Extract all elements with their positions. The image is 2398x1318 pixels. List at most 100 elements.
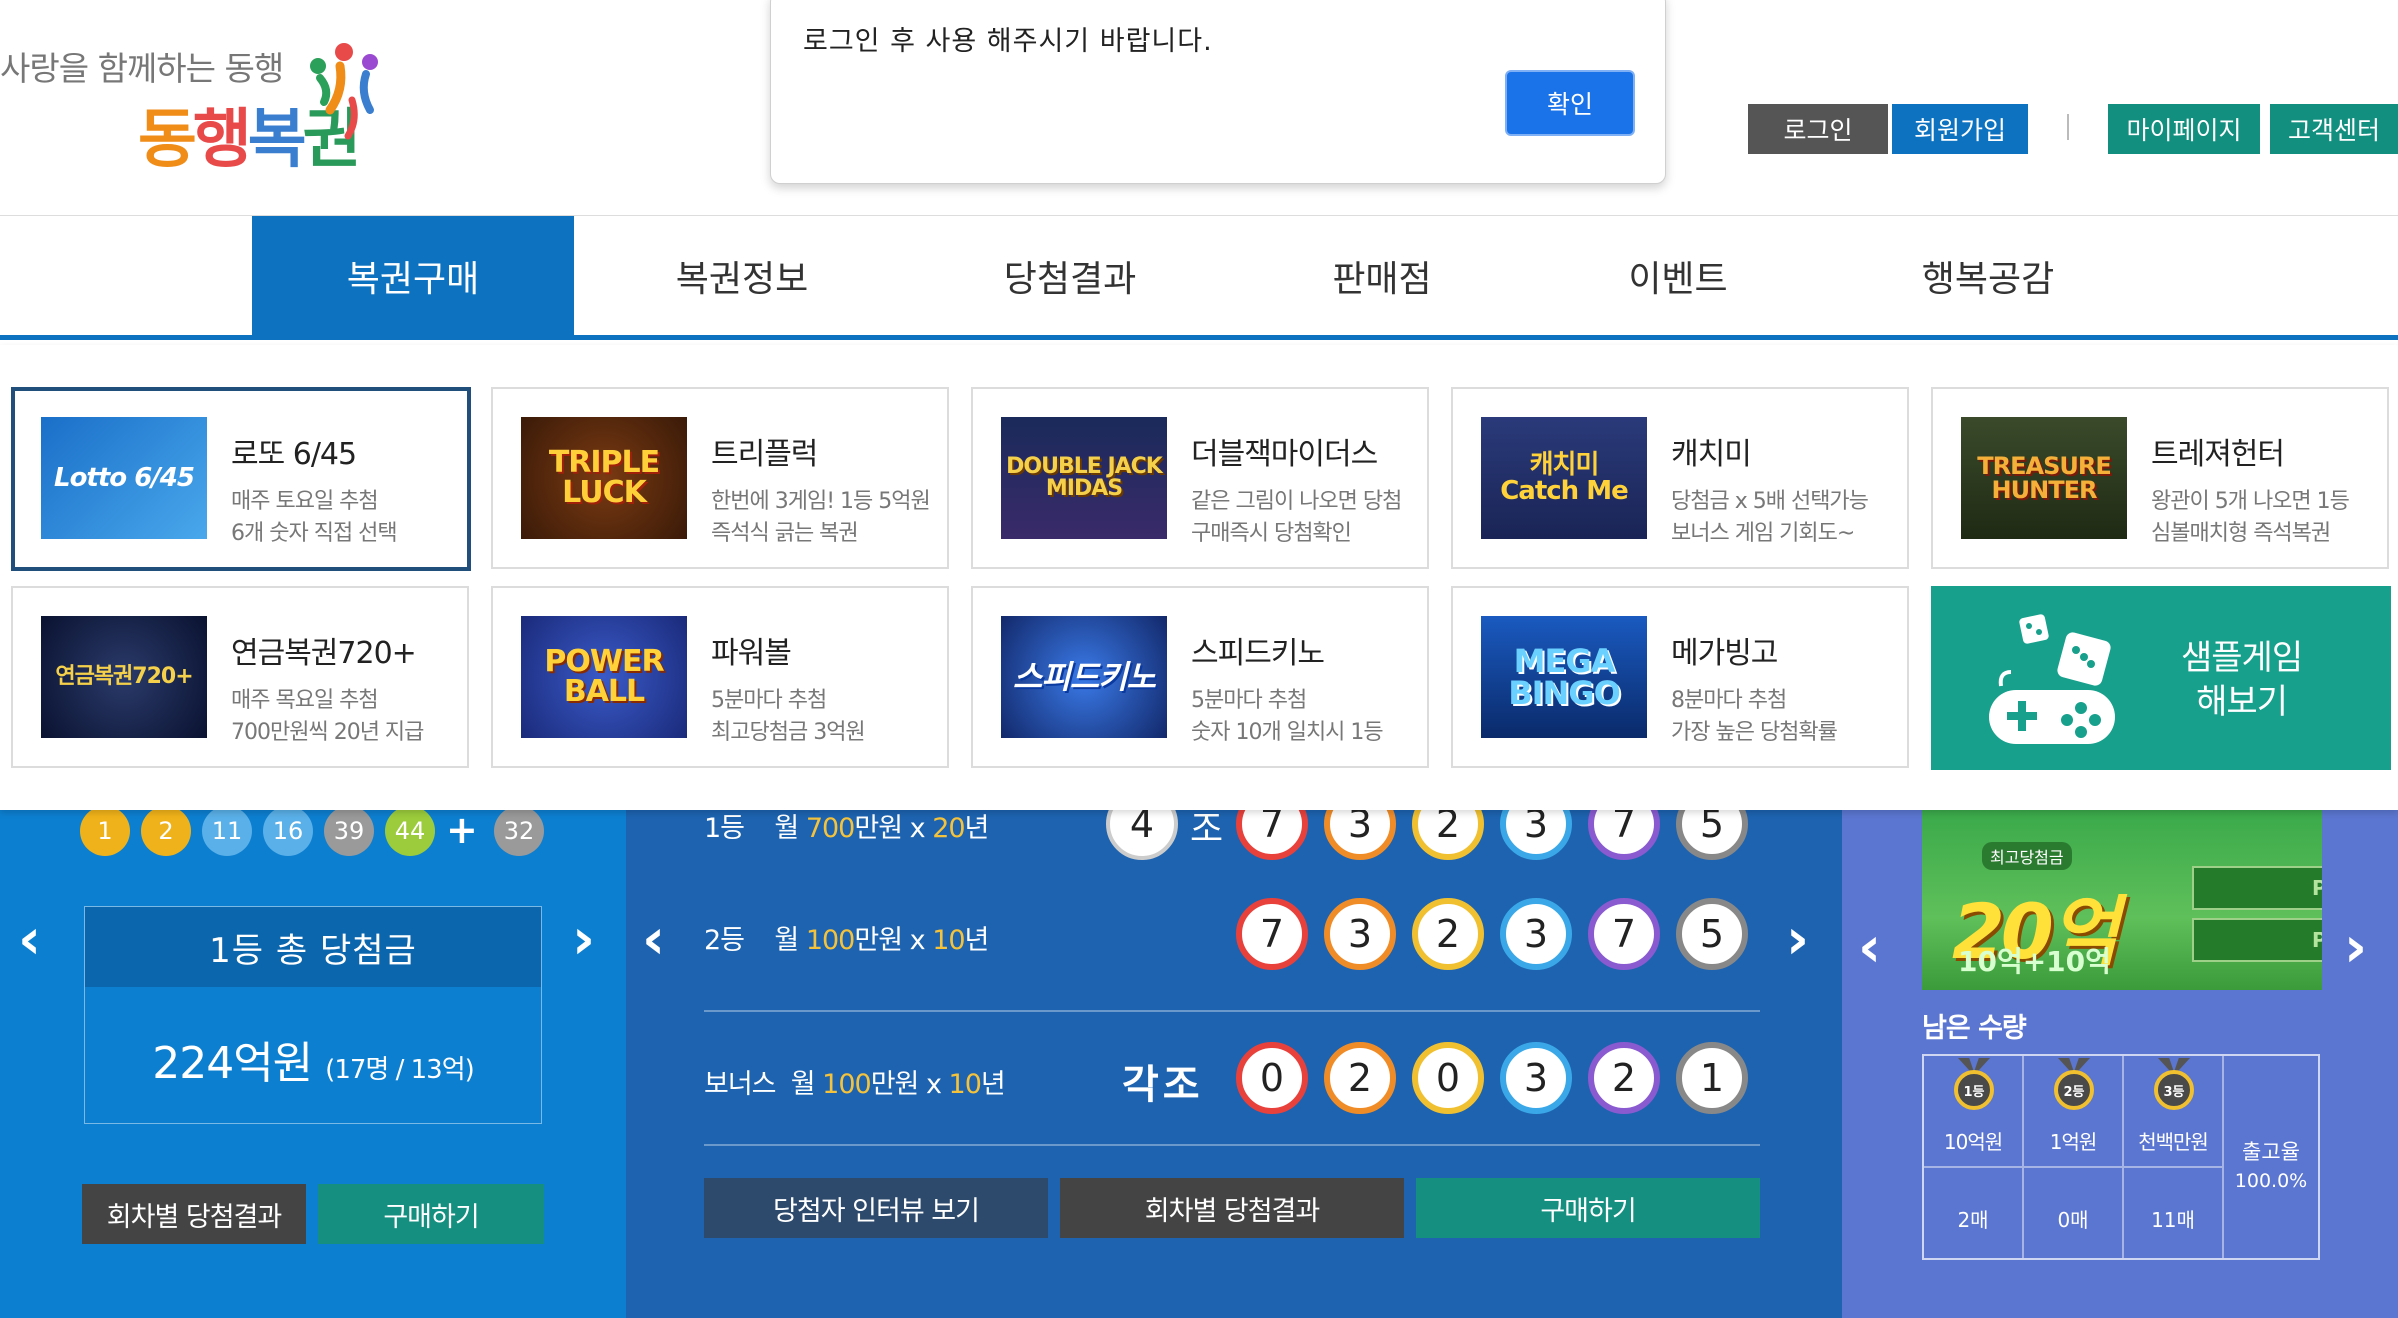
lotto-number-ball: 16 — [263, 806, 313, 856]
lotto-number-ball: 44 — [385, 806, 435, 856]
total-prize-amount: 224억원 (17명 / 13억) — [152, 1038, 475, 1089]
game-desc: 즉석식 긁는 복권 — [711, 521, 859, 546]
pension-rank-1: 1등 월 700만원 x 20년 — [704, 813, 989, 844]
pension-next-arrow-icon[interactable]: › — [1786, 912, 1809, 968]
game-desc: 최고당첨금 3억원 — [711, 720, 866, 745]
treasure-hunter-logo-icon: TREASURE HUNTER — [1961, 417, 2127, 539]
signup-button[interactable]: 회원가입 — [1892, 104, 2028, 154]
instant-prev-arrow-icon[interactable]: ‹ — [1858, 920, 1881, 976]
pension-digit-ball: 3 — [1500, 898, 1572, 970]
pension-digit-ball: 7 — [1588, 898, 1660, 970]
game-card-triple-luck[interactable]: TRIPLE LUCK 트리플럭 한번에 3게임! 1등 5억원 즉석식 긁는 … — [491, 387, 949, 569]
pension-prev-arrow-icon[interactable]: ‹ — [642, 912, 665, 968]
lotto-prev-arrow-icon[interactable]: ‹ — [18, 912, 41, 968]
game-title: 파워볼 — [711, 636, 792, 671]
pension-digit-ball: 3 — [1500, 1042, 1572, 1114]
game-title: 스피드키노 — [1191, 636, 1325, 671]
pension-rank-2: 2등 월 100만원 x 10년 — [704, 925, 989, 956]
lotto-total-prize-box: 1등 총 당첨금 224억원 (17명 / 13억) — [84, 906, 542, 1124]
nav-item-happiness[interactable]: 행복공감 — [1846, 216, 2130, 335]
game-title: 로또 6/45 — [231, 437, 357, 472]
game-desc: 700만원씩 20년 지급 — [231, 720, 424, 745]
instant-next-arrow-icon[interactable]: › — [2344, 920, 2367, 976]
sample-game-label: 샘플게임 해보기 — [2181, 638, 2303, 722]
game-controller-dice-icon — [1989, 614, 2115, 744]
pension-buy-button[interactable]: 구매하기 — [1416, 1178, 1760, 1238]
game-card-catch-me[interactable]: 캐치미 Catch Me 캐치미 당첨금 x 5배 선택가능 보너스 게임 기회… — [1451, 387, 1909, 569]
pension-row-divider — [704, 1010, 1760, 1012]
game-desc: 왕관이 5개 나오면 1등 — [2151, 489, 2350, 514]
release-rate-value: 100.0% — [2234, 1170, 2308, 1192]
pension-720-logo-icon: 연금복권720+ — [41, 616, 207, 738]
lotto-number-ball: 2 — [141, 806, 191, 856]
login-button[interactable]: 로그인 — [1748, 104, 1888, 154]
game-card-treasure-hunter[interactable]: TREASURE HUNTER 트레져헌터 왕관이 5개 나오면 1등 심볼매치… — [1931, 387, 2389, 569]
tier-count: 11매 — [2151, 1208, 2195, 1232]
game-card-pension720[interactable]: 연금복권720+ 연금복권720+ 매주 목요일 추첨 700만원씩 20년 지… — [11, 586, 469, 768]
remaining-quantity-label: 남은 수량 — [1922, 1013, 2027, 1044]
winner-interview-button[interactable]: 당첨자 인터뷰 보기 — [704, 1178, 1048, 1238]
logo-tagline: 사랑을 함께하는 동행 — [0, 49, 284, 88]
game-desc: 5분마다 추첨 — [1191, 688, 1307, 713]
nav-item-buy[interactable]: 복권구매 — [252, 216, 574, 335]
pension-results-by-round-button[interactable]: 회차별 당첨결과 — [1060, 1178, 1404, 1238]
release-rate-cell: 출고율 100.0% — [2224, 1056, 2318, 1258]
pension-row-divider — [704, 1144, 1760, 1146]
mypage-button[interactable]: 마이페이지 — [2108, 104, 2260, 154]
game-card-mega-bingo[interactable]: MEGA BINGO 메가빙고 8분마다 추첨 가장 높은 당첨확률 — [1451, 586, 1909, 768]
lotto-results-by-round-button[interactable]: 회차별 당첨결과 — [82, 1184, 306, 1244]
total-prize-label: 1등 총 당첨금 — [85, 907, 541, 987]
game-card-speed-keno[interactable]: 스피드키노 스피드키노 5분마다 추첨 숫자 10개 일치시 1등 — [971, 586, 1429, 768]
pension-digit-ball: 5 — [1676, 898, 1748, 970]
medal-2nd-icon: 2등 — [2054, 1070, 2094, 1110]
pension-digit-ball: 2 — [1324, 1042, 1396, 1114]
sample-game-button[interactable]: 샘플게임 해보기 — [1931, 586, 2391, 770]
promo-sub: 10억+10억 — [1958, 945, 2111, 978]
game-card-doublejack-midas[interactable]: DOUBLE JACK MIDAS 더블잭마이더스 같은 그림이 나오면 당첨 … — [971, 387, 1429, 569]
game-title: 메가빙고 — [1671, 636, 1778, 671]
main-nav: 복권구매 복권정보 당첨결과 판매점 이벤트 행복공감 — [0, 216, 2398, 340]
game-desc: 6개 숫자 직접 선택 — [231, 521, 398, 546]
pension-rank-bonus: 보너스 월 100만원 x 10년 — [704, 1069, 1006, 1100]
top-link-divider — [2067, 114, 2069, 140]
nav-item-results[interactable]: 당첨결과 — [928, 216, 1212, 335]
speed-keno-logo-icon: 스피드키노 — [1001, 616, 1167, 738]
mega-bingo-logo-icon: MEGA BINGO — [1481, 616, 1647, 738]
customer-center-button[interactable]: 고객센터 — [2270, 104, 2398, 154]
nav-item-stores[interactable]: 판매점 — [1240, 216, 1524, 335]
game-dropdown-menu: Lotto 6/45 로또 6/45 매주 토요일 추첨 6개 숫자 직접 선택… — [0, 345, 2398, 810]
lotto-number-ball: 1 — [80, 806, 130, 856]
game-desc: 당첨금 x 5배 선택가능 — [1671, 489, 1869, 514]
game-desc: 매주 토요일 추첨 — [231, 489, 379, 514]
remaining-quantity-table: 1등 10억원 2매 2등 1억원 0매 3등 천백만원 11매 출고율 100… — [1922, 1054, 2320, 1260]
lotto-number-ball: 39 — [324, 806, 374, 856]
promo-slot: PRIZE — [2192, 918, 2322, 962]
pension-digit-ball: 3 — [1324, 898, 1396, 970]
doublejack-midas-logo-icon: DOUBLE JACK MIDAS — [1001, 417, 1167, 539]
game-card-lotto645[interactable]: Lotto 6/45 로또 6/45 매주 토요일 추첨 6개 숫자 직접 선택 — [11, 387, 471, 571]
nav-item-events[interactable]: 이벤트 — [1536, 216, 1820, 335]
lotto-next-arrow-icon[interactable]: › — [572, 912, 595, 968]
tier-count: 2매 — [1957, 1208, 1989, 1232]
site-logo[interactable]: 사랑을 함께하는 동행 동행복권 — [0, 30, 400, 180]
game-title: 트리플럭 — [711, 437, 818, 472]
tier-prize: 천백만원 — [2138, 1130, 2209, 1154]
instant-lottery-promo-image[interactable]: 최고당첨금 20억 10억+10억 PRIZE PRIZE — [1922, 810, 2322, 990]
pension-digit-ball: 2 — [1588, 1042, 1660, 1114]
pension-digit-ball: 1 — [1676, 1042, 1748, 1114]
dialog-ok-button[interactable]: 확인 — [1505, 70, 1635, 136]
pension-digit-ball: 7 — [1236, 898, 1308, 970]
tier-prize: 10억원 — [1943, 1130, 2003, 1154]
game-desc: 구매즉시 당첨확인 — [1191, 521, 1352, 546]
pension-digit-ball: 0 — [1236, 1042, 1308, 1114]
nav-item-info[interactable]: 복권정보 — [600, 216, 884, 335]
medal-1st-icon: 1등 — [1954, 1070, 1994, 1110]
game-title: 더블잭마이더스 — [1191, 437, 1378, 472]
game-card-powerball[interactable]: POWER BALL 파워볼 5분마다 추첨 최고당첨금 3억원 — [491, 586, 949, 768]
medal-3rd-icon: 3등 — [2154, 1070, 2194, 1110]
lotto-buy-button[interactable]: 구매하기 — [318, 1184, 544, 1244]
promo-tag: 최고당첨금 — [1982, 842, 2072, 870]
game-desc: 매주 목요일 추첨 — [231, 688, 379, 713]
game-desc: 한번에 3게임! 1등 5억원 — [711, 489, 931, 514]
catch-me-logo-icon: 캐치미 Catch Me — [1481, 417, 1647, 539]
